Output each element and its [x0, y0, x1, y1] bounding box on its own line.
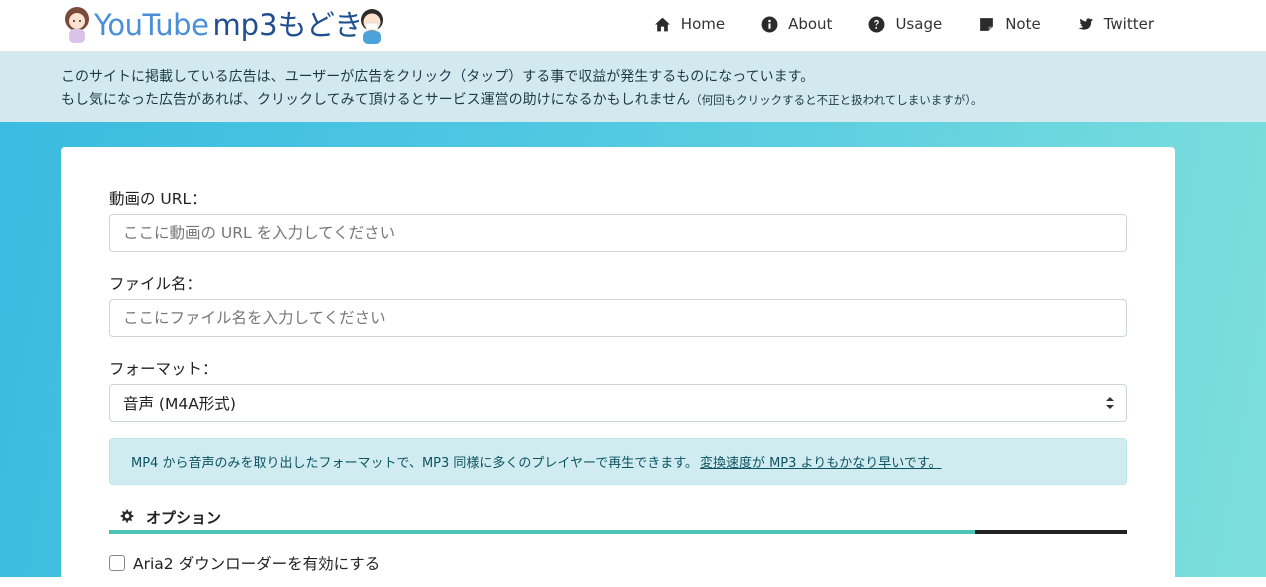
nav-links: Home About Usage Note Twitter: [654, 0, 1154, 48]
format-select[interactable]: 音声 (M4A形式): [109, 384, 1127, 422]
boy-mask-avatar-icon: [359, 5, 385, 45]
girl-avatar-icon: [62, 5, 92, 45]
nav-usage-label: Usage: [895, 15, 943, 33]
nav-about-label: About: [788, 15, 833, 33]
ad-notice: このサイトに掲載している広告は、ユーザーが広告をクリック（タップ）する事で収益が…: [0, 52, 1266, 122]
brand-youtube-text: YouTube: [94, 7, 209, 42]
nav-home[interactable]: Home: [654, 15, 725, 33]
nav-note[interactable]: Note: [978, 15, 1041, 33]
filename-input[interactable]: [109, 299, 1127, 337]
question-circle-icon: [868, 16, 885, 32]
notice-line-2-small: （何回もクリックすると不正と扱われてしまいますが）。: [690, 93, 983, 107]
aria2-option[interactable]: Aria2 ダウンローダーを有効にする: [109, 552, 380, 574]
format-selected-value: 音声 (M4A形式): [123, 395, 236, 413]
url-input[interactable]: [109, 214, 1127, 252]
notice-line-2-main: もし気になった広告があれば、クリックしてみて頂けるとサービス運営の助けになるかも…: [61, 92, 691, 108]
format-info-alert: MP4 から音声のみを取り出したフォーマットで、MP3 同様に多くのプレイヤーで…: [109, 438, 1127, 485]
info-circle-icon: [761, 16, 778, 32]
home-icon: [654, 17, 670, 31]
info-text: MP4 から音声のみを取り出したフォーマットで、MP3 同様に多くのプレイヤーで…: [131, 456, 698, 471]
converter-card: 動画の URL： ファイル名： フォーマット： 音声 (M4A形式) MP4 か…: [61, 147, 1175, 587]
select-updown-icon: [1106, 397, 1114, 409]
nav-home-label: Home: [680, 15, 726, 33]
nav-note-label: Note: [1005, 15, 1041, 33]
filename-label: ファイル名：: [109, 275, 203, 293]
nav-twitter[interactable]: Twitter: [1077, 15, 1154, 33]
nav-twitter-label: Twitter: [1103, 15, 1154, 33]
twitter-icon: [1078, 17, 1093, 30]
options-title: オプション: [146, 509, 222, 527]
options-progress-accent: [109, 530, 975, 534]
nav-usage[interactable]: Usage: [868, 15, 942, 33]
options-progress-dark: [975, 530, 1127, 534]
nav-about[interactable]: About: [761, 15, 832, 33]
brand-logo[interactable]: YouTube mp3もどき: [62, 3, 385, 47]
gear-icon: [120, 509, 134, 523]
notice-line-2: もし気になった広告があれば、クリックしてみて頂けるとサービス運営の助けになるかも…: [61, 89, 1266, 112]
aria2-checkbox[interactable]: [109, 555, 125, 571]
info-link[interactable]: 変換速度が MP3 よりもかなり早いです。: [700, 452, 942, 471]
note-icon: [980, 17, 994, 31]
notice-line-1: このサイトに掲載している広告は、ユーザーが広告をクリック（タップ）する事で収益が…: [61, 69, 815, 85]
navbar: YouTube mp3もどき Home About Usage Note Twi…: [0, 0, 1266, 52]
url-label: 動画の URL：: [109, 190, 207, 208]
aria2-label: Aria2 ダウンローダーを有効にする: [133, 555, 381, 573]
brand-mp3-text: mp3もどき: [212, 7, 364, 42]
format-label: フォーマット：: [109, 360, 218, 378]
